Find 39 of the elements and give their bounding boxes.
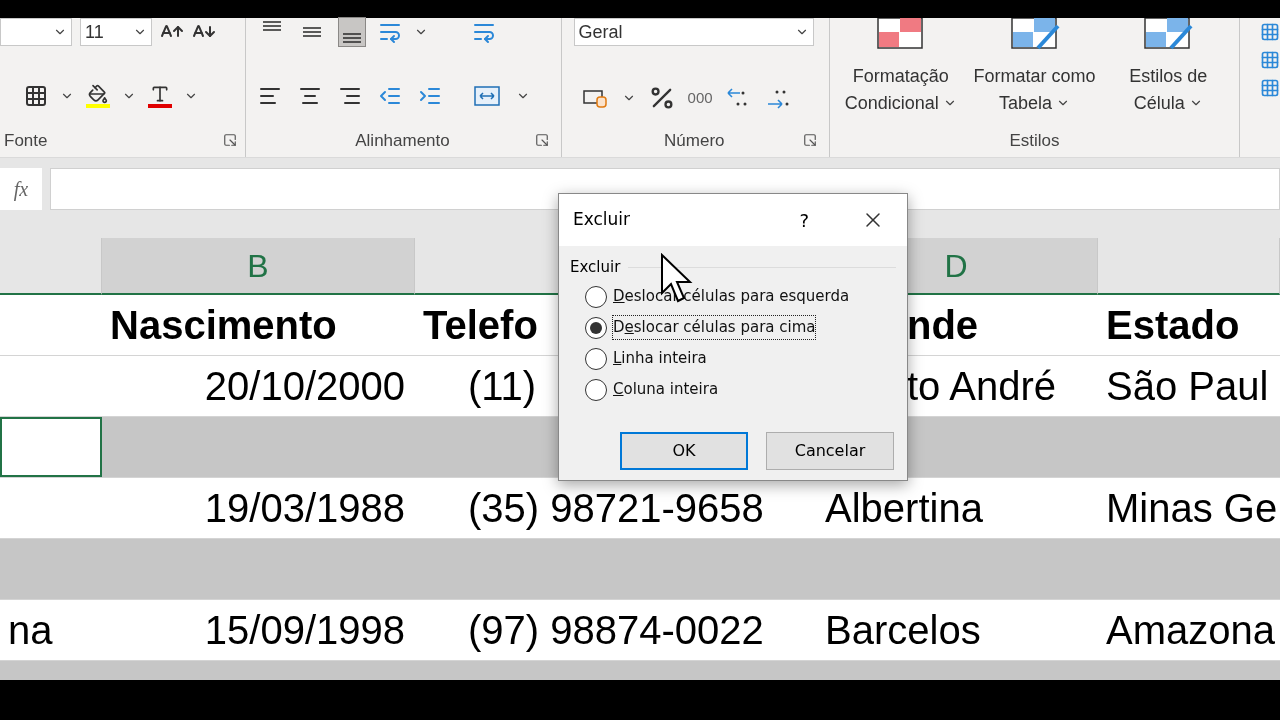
table-cell[interactable]: Estado [1098, 295, 1280, 355]
table-cell[interactable]: 15/09/1998 [102, 600, 415, 660]
table-cell[interactable]: (97) 98874-0022 [415, 600, 815, 660]
function-button[interactable]: fx [0, 167, 42, 210]
style-button[interactable]: Formatar como Tabela [971, 18, 1098, 116]
style-button-label: Condicional [844, 90, 957, 116]
table-cell[interactable]: Minas Ge [1098, 478, 1280, 538]
style-button-label: Formatar como [973, 65, 1096, 88]
group-label: Alinhamento [355, 129, 450, 152]
style-button-label: Formatação [852, 65, 949, 88]
style-button-label: Estilos de [1129, 65, 1208, 88]
dialog-button[interactable]: Cancelar [766, 432, 894, 470]
column-header[interactable]: B [102, 238, 415, 295]
radio-option[interactable]: Linha inteira [585, 344, 907, 373]
radio-option[interactable]: Deslocar células para cima [585, 313, 907, 342]
number-format-field[interactable]: Geral [573, 18, 814, 46]
table-cell[interactable]: 19/03/1988 [102, 478, 415, 538]
dialog-title: Excluir [573, 208, 632, 232]
style-button-label: Célula [1133, 90, 1203, 116]
radio-option[interactable]: Coluna inteira [585, 375, 907, 404]
table-cell[interactable]: (35) 98721-9658 [415, 478, 815, 538]
table-cell[interactable]: 20/10/2000 [102, 356, 415, 416]
comma-style-button[interactable]: 000 [687, 86, 713, 110]
font-size-field[interactable]: 11 [80, 18, 152, 46]
group-label: Estilos [1009, 129, 1060, 152]
table-cell[interactable]: São Paul [1098, 356, 1280, 416]
dialog-button[interactable]: OK [620, 432, 748, 470]
group-label: Número [664, 129, 725, 152]
style-button[interactable]: Formatação Condicional [838, 18, 964, 116]
table-cell[interactable]: Amazona [1098, 600, 1280, 660]
table-cell[interactable]: Nascimento [102, 295, 415, 355]
style-button-label: Tabela [999, 90, 1071, 116]
style-button[interactable]: Estilos de Célula [1105, 18, 1231, 116]
group-label: Fonte [4, 129, 48, 152]
table-cell[interactable]: na [0, 600, 102, 660]
table-cell[interactable]: Barcelos [815, 600, 1098, 660]
group-label: Excluir [570, 257, 621, 278]
table-cell[interactable]: Albertina [815, 478, 1098, 538]
help-button[interactable]: ? [799, 206, 809, 234]
